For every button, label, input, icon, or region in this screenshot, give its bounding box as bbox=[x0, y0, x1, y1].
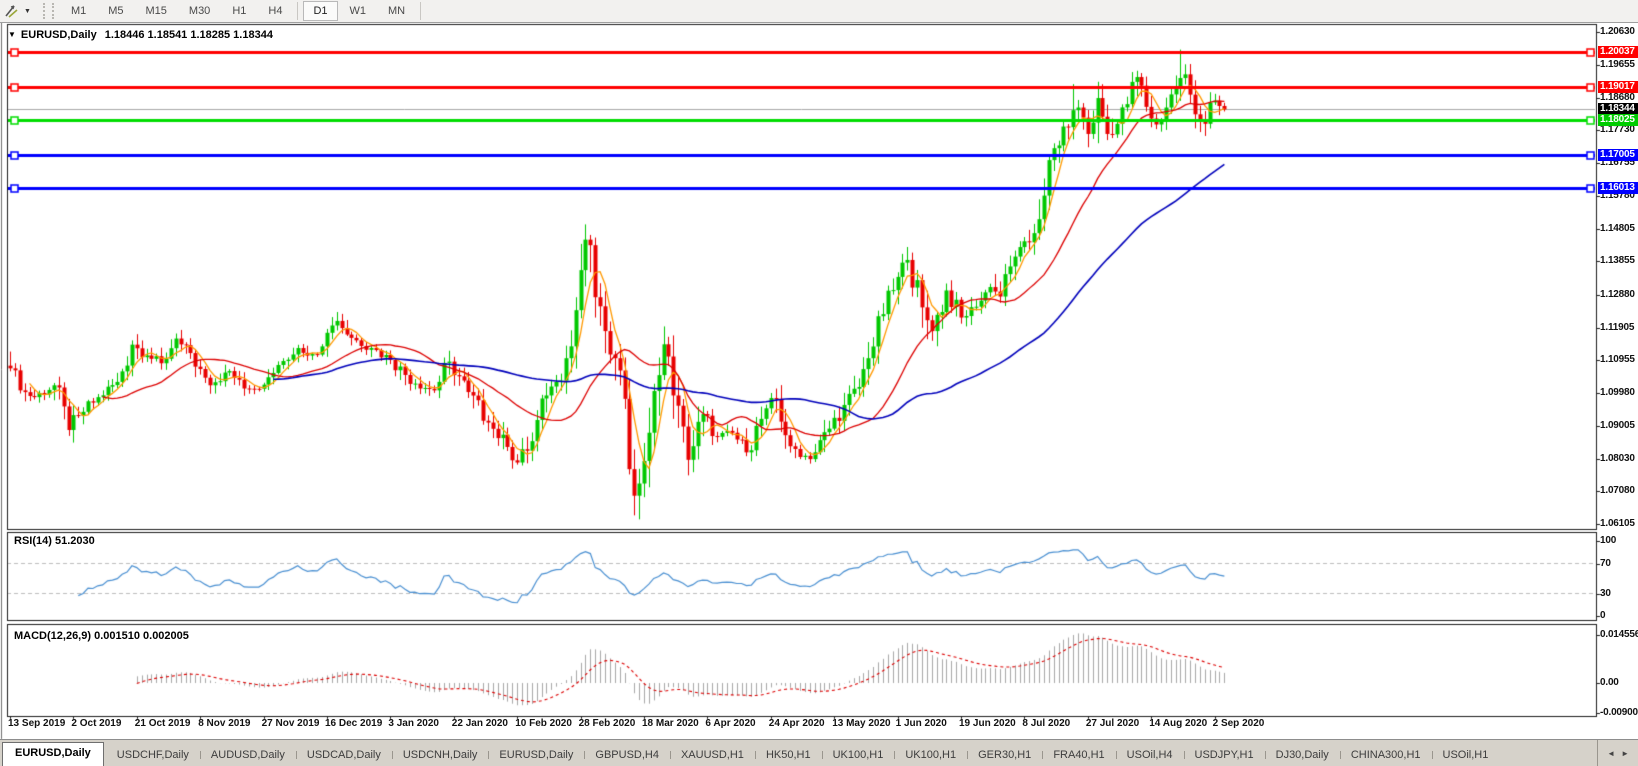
date-axis-label: 1 Jun 2020 bbox=[896, 718, 947, 729]
toolbar-separator bbox=[420, 2, 421, 20]
tab-scroll-controls: ◄ ► bbox=[1597, 740, 1638, 766]
chart-tab-5[interactable]: EURUSD,Daily bbox=[488, 745, 584, 766]
tf-button-h1[interactable]: H1 bbox=[222, 1, 256, 21]
macd-label: MACD(12,26,9) 0.001510 0.002005 bbox=[14, 630, 189, 642]
tf-button-h4[interactable]: H4 bbox=[258, 1, 292, 21]
price-axis-tick-label: 1.13855 bbox=[1600, 255, 1638, 266]
rsi-axis-tick-label: 30 bbox=[1600, 588, 1638, 599]
date-axis-label: 14 Aug 2020 bbox=[1149, 718, 1207, 729]
macd-axis-tick-label: -0.00900 bbox=[1600, 707, 1638, 718]
price-axis-tick-label: 1.18680 bbox=[1600, 92, 1638, 103]
chart-region: ▼ EURUSD,Daily 1.18446 1.18541 1.18285 1.1… bbox=[0, 0, 1638, 766]
chart-tab-7[interactable]: XAUUSD,H1 bbox=[670, 745, 755, 766]
tab-scroll-left-icon[interactable]: ◄ bbox=[1607, 749, 1615, 758]
chart-tab-6[interactable]: GBPUSD,H4 bbox=[584, 745, 670, 766]
macd-axis-tick-label: 0.014556 bbox=[1600, 629, 1638, 640]
price-axis-tick-label: 1.20630 bbox=[1600, 26, 1638, 37]
date-axis-label: 13 May 2020 bbox=[832, 718, 890, 729]
toolbar-separator bbox=[297, 2, 298, 20]
price-axis-tick-label: 1.11905 bbox=[1600, 322, 1638, 333]
chart-tab-3[interactable]: USDCAD,Daily bbox=[296, 745, 392, 766]
price-axis-tick-label: 1.14805 bbox=[1600, 223, 1638, 234]
date-axis-label: 19 Jun 2020 bbox=[959, 718, 1016, 729]
terminal-window: ▼ EURUSD,Daily 1.18446 1.18541 1.18285 1.1… bbox=[0, 0, 1638, 766]
price-chart-canvas[interactable] bbox=[0, 0, 1638, 766]
rsi-label: RSI(14) 51.2030 bbox=[14, 535, 95, 547]
tf-button-m30[interactable]: M30 bbox=[179, 1, 220, 21]
tf-button-m1[interactable]: M1 bbox=[61, 1, 96, 21]
chart-tab-14[interactable]: USDJPY,H1 bbox=[1184, 745, 1265, 766]
chart-tab-8[interactable]: HK50,H1 bbox=[755, 745, 822, 766]
price-axis-tick-label: 1.10955 bbox=[1600, 354, 1638, 365]
date-axis-label: 24 Apr 2020 bbox=[769, 718, 825, 729]
price-axis-tick-label: 1.06105 bbox=[1600, 518, 1638, 529]
date-axis-label: 27 Nov 2019 bbox=[262, 718, 320, 729]
date-axis-label: 13 Sep 2019 bbox=[8, 718, 65, 729]
macd-axis-tick-label: 0.00 bbox=[1600, 677, 1638, 688]
date-axis-label: 8 Nov 2019 bbox=[198, 718, 250, 729]
price-axis-tick-label: 1.12880 bbox=[1600, 289, 1638, 300]
chart-draw-dropdown-icon[interactable]: ▼ bbox=[24, 8, 31, 15]
rsi-axis-tick-label: 0 bbox=[1600, 610, 1638, 621]
date-axis-label: 18 Mar 2020 bbox=[642, 718, 699, 729]
chart-tab-16[interactable]: CHINA300,H1 bbox=[1340, 745, 1432, 766]
price-axis-tick-label: 1.08030 bbox=[1600, 453, 1638, 464]
chart-tab-1[interactable]: USDCHF,Daily bbox=[106, 745, 200, 766]
price-level-badge: 1.18025 bbox=[1598, 114, 1638, 126]
chart-tab-2[interactable]: AUDUSD,Daily bbox=[200, 745, 296, 766]
price-level-badge: 1.19017 bbox=[1598, 81, 1638, 93]
chart-tab-10[interactable]: UK100,H1 bbox=[894, 745, 967, 766]
rsi-axis-tick-label: 70 bbox=[1600, 558, 1638, 569]
chart-tab-15[interactable]: DJ30,Daily bbox=[1265, 745, 1340, 766]
price-level-badge: 1.17005 bbox=[1598, 149, 1638, 161]
date-axis-label: 10 Feb 2020 bbox=[515, 718, 572, 729]
chart-tab-4[interactable]: USDCNH,Daily bbox=[392, 745, 489, 766]
price-axis-tick-label: 1.19655 bbox=[1600, 59, 1638, 70]
date-axis-label: 21 Oct 2019 bbox=[135, 718, 191, 729]
tf-button-mn[interactable]: MN bbox=[378, 1, 415, 21]
toolbar-grip[interactable] bbox=[43, 3, 54, 19]
date-axis-label: 27 Jul 2020 bbox=[1086, 718, 1139, 729]
date-axis-label: 2 Oct 2019 bbox=[71, 718, 121, 729]
chart-tab-12[interactable]: FRA40,H1 bbox=[1042, 745, 1115, 766]
tf-button-d1[interactable]: D1 bbox=[303, 1, 337, 21]
tf-button-w1[interactable]: W1 bbox=[340, 1, 377, 21]
price-level-badge: 1.16013 bbox=[1598, 182, 1638, 194]
date-axis-label: 3 Jan 2020 bbox=[388, 718, 439, 729]
date-axis-label: 6 Apr 2020 bbox=[705, 718, 755, 729]
tf-button-m15[interactable]: M15 bbox=[136, 1, 177, 21]
date-axis-label: 28 Feb 2020 bbox=[579, 718, 636, 729]
date-axis-label: 16 Dec 2019 bbox=[325, 718, 382, 729]
chart-tab-11[interactable]: GER30,H1 bbox=[967, 745, 1042, 766]
chart-tab-17[interactable]: USOil,H1 bbox=[1432, 745, 1500, 766]
chart-tab-9[interactable]: UK100,H1 bbox=[822, 745, 895, 766]
rsi-axis-tick-label: 100 bbox=[1600, 535, 1638, 546]
timeframe-bar: M1M5M15M30H1H4 D1W1MN bbox=[60, 0, 425, 22]
price-axis-tick-label: 1.09005 bbox=[1600, 420, 1638, 431]
tf-button-m5[interactable]: M5 bbox=[98, 1, 133, 21]
tab-scroll-right-icon[interactable]: ► bbox=[1621, 749, 1629, 758]
date-axis-label: 8 Jul 2020 bbox=[1022, 718, 1070, 729]
chart-draw-icon[interactable] bbox=[4, 3, 22, 19]
chart-title: ▼ EURUSD,Daily 1.18446 1.18541 1.18285 1.1… bbox=[8, 29, 273, 41]
chart-tab-0[interactable]: EURUSD,Daily bbox=[2, 742, 104, 766]
symbol-timeframe-label: EURUSD,Daily bbox=[21, 29, 97, 41]
chart-tab-13[interactable]: USOil,H4 bbox=[1116, 745, 1184, 766]
price-level-badge: 1.20037 bbox=[1598, 46, 1638, 58]
chart-tabs: EURUSD,DailyUSDCHF,DailyAUDUSD,DailyUSDC… bbox=[0, 740, 1597, 766]
top-toolbar: ▼ M1M5M15M30H1H4 D1W1MN bbox=[0, 0, 1638, 23]
chart-title-caret-icon[interactable]: ▼ bbox=[8, 30, 16, 39]
ohlc-values: 1.18446 1.18541 1.18285 1.18344 bbox=[105, 29, 273, 41]
price-axis-tick-label: 1.07080 bbox=[1600, 485, 1638, 496]
date-axis-label: 2 Sep 2020 bbox=[1213, 718, 1265, 729]
price-axis-tick-label: 1.09980 bbox=[1600, 387, 1638, 398]
chart-tab-bar: EURUSD,DailyUSDCHF,DailyAUDUSD,DailyUSDC… bbox=[0, 739, 1638, 766]
date-axis-label: 22 Jan 2020 bbox=[452, 718, 508, 729]
